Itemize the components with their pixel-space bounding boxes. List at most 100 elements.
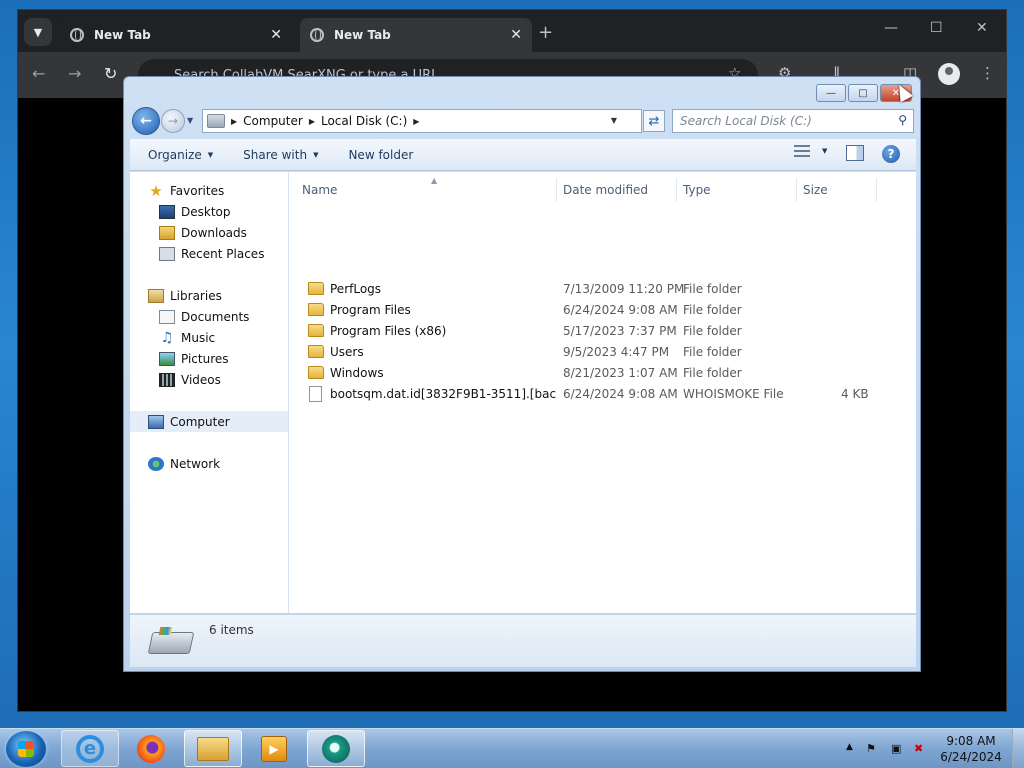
nav-desktop[interactable]: Desktop [130,201,288,222]
dropdown-arrow-icon: ▼ [207,150,214,159]
menu-kebab-icon[interactable]: ⋮ [980,64,995,82]
taskbar-firefox[interactable] [122,730,180,767]
taskbar-browser[interactable] [307,730,365,767]
downloads-icon [159,225,175,240]
globe-icon [70,28,84,42]
file-date: 6/24/2024 9:08 AM [563,386,678,401]
change-view-button[interactable]: ▼ [794,145,827,157]
minimize-button[interactable]: — [816,84,846,102]
nav-pictures[interactable]: Pictures [130,348,288,369]
nav-label: Documents [181,309,250,324]
new-tab-button[interactable]: + [538,22,553,43]
tab-search-button[interactable]: ▼ [24,18,52,46]
tab-close-icon[interactable]: ✕ [510,27,522,43]
file-row-program-files-x86[interactable]: Program Files (x86) 5/17/2023 7:37 PM Fi… [296,320,886,341]
file-row-program-files[interactable]: Program Files 6/24/2024 9:08 AM File fol… [296,299,886,320]
column-header-size[interactable]: Size [797,178,877,202]
dropdown-arrow-icon: ▼ [313,150,319,159]
chevron-right-icon[interactable]: ▶ [309,117,315,126]
share-with-button[interactable]: Share with ▼ [243,148,318,162]
search-input[interactable]: Search Local Disk (C:) ⚲ [672,109,914,133]
nav-label: Desktop [181,204,231,219]
file-row-users[interactable]: Users 9/5/2023 4:47 PM File folder [296,341,886,362]
nav-favorites[interactable]: ★ Favorites [130,180,288,201]
file-row-perflogs[interactable]: PerfLogs 7/13/2009 11:20 PM File folder [296,278,886,299]
maximize-button[interactable]: □ [848,84,878,102]
taskbar-media-player[interactable]: ▶ [245,730,303,767]
folder-icon [197,736,229,761]
recent-pages-dropdown[interactable]: ▼ [187,116,193,125]
search-icon[interactable]: ⚲ [898,113,907,127]
nav-downloads[interactable]: Downloads [130,222,288,243]
details-view-icon [794,145,810,157]
show-hidden-icons-icon[interactable]: ▲ [846,742,853,752]
globe-icon [310,28,324,42]
preview-pane-button[interactable] [846,145,864,161]
start-button[interactable] [6,731,46,767]
file-name: Program Files [330,302,411,317]
volume-muted-icon[interactable]: ✖ [914,742,923,755]
file-row-bootsqm[interactable]: bootsqm.dat.id[3832F9B1-3511].[backmy...… [296,383,886,404]
taskbar-windows-explorer[interactable] [184,730,242,767]
file-type: WHOISMOKE File [683,386,784,401]
address-dropdown-icon[interactable]: ▼ [611,116,617,125]
nav-libraries[interactable]: Libraries [130,285,288,306]
close-window-icon[interactable]: ✕ [976,20,988,36]
nav-videos[interactable]: Videos [130,369,288,390]
file-date: 9/5/2023 4:47 PM [563,344,670,359]
help-button[interactable]: ? [882,145,900,163]
tab-new-tab-2[interactable]: New Tab ✕ [300,18,532,52]
action-center-flag-icon[interactable]: ⚑ [866,742,876,755]
maximize-icon[interactable]: ☐ [930,20,943,36]
organize-label: Organize [148,147,202,162]
help-icon: ? [882,145,900,163]
profile-avatar-icon[interactable] [938,63,960,85]
nav-recent-places[interactable]: Recent Places [130,243,288,264]
organize-button[interactable]: Organize ▼ [148,148,213,162]
nav-label: Recent Places [181,246,265,261]
folder-icon [308,366,324,379]
refresh-button[interactable]: ⇄ [643,110,665,132]
file-name: PerfLogs [330,281,382,296]
tab-close-icon[interactable]: ✕ [270,27,282,43]
column-header-type[interactable]: Type [677,178,797,202]
nav-network[interactable]: Network [130,453,288,474]
forward-button[interactable]: → [161,109,185,133]
browser-app-icon [322,734,350,763]
back-button[interactable]: ← [132,107,160,135]
reload-icon[interactable]: ↻ [104,64,117,83]
nav-label: Libraries [170,288,222,303]
file-type: File folder [683,281,742,296]
nav-computer[interactable]: Computer [130,411,288,432]
nav-label: Music [181,330,216,345]
show-desktop-button[interactable] [1012,729,1024,768]
nav-label: Network [170,456,221,471]
file-date: 6/24/2024 9:08 AM [563,302,678,317]
chevron-right-icon[interactable]: ▶ [413,117,419,126]
taskbar-internet-explorer[interactable]: e [61,730,119,767]
nav-documents[interactable]: Documents [130,306,288,327]
column-label: Name [302,183,338,197]
network-tray-icon[interactable]: ▣ [891,742,901,755]
column-header-date[interactable]: Date modified [557,178,677,202]
generic-file-icon [309,385,322,402]
forward-arrow-icon[interactable]: → [68,64,81,83]
breadcrumb-local-disk[interactable]: Local Disk (C:) [321,114,407,128]
navigation-bar: ← → ▼ ▶ Computer ▶ Local Disk (C:) ▶ ▼ ⇄… [132,107,914,135]
new-folder-button[interactable]: New folder [348,148,413,162]
minimize-icon[interactable]: — [884,20,898,36]
file-name: bootsqm.dat.id[3832F9B1-3511].[backmy... [330,386,556,401]
tab-new-tab-1[interactable]: New Tab ✕ [60,18,292,52]
back-arrow-icon[interactable]: ← [32,64,45,83]
chevron-right-icon[interactable]: ▶ [231,117,237,126]
media-player-icon: ▶ [261,735,287,762]
dropdown-arrow-icon: ▼ [822,147,828,155]
file-row-windows[interactable]: Windows 8/21/2023 1:07 AM File folder [296,362,886,383]
breadcrumb-computer[interactable]: Computer [243,114,303,128]
system-clock[interactable]: 9:08 AM 6/24/2024 [936,733,1006,765]
nav-music[interactable]: ♫ Music [130,327,288,348]
file-type: File folder [683,344,742,359]
column-header-name[interactable]: Name ▲ [296,176,557,202]
address-bar[interactable]: ▶ Computer ▶ Local Disk (C:) ▶ ▼ ⇄ [202,109,665,133]
file-type: File folder [683,365,742,380]
